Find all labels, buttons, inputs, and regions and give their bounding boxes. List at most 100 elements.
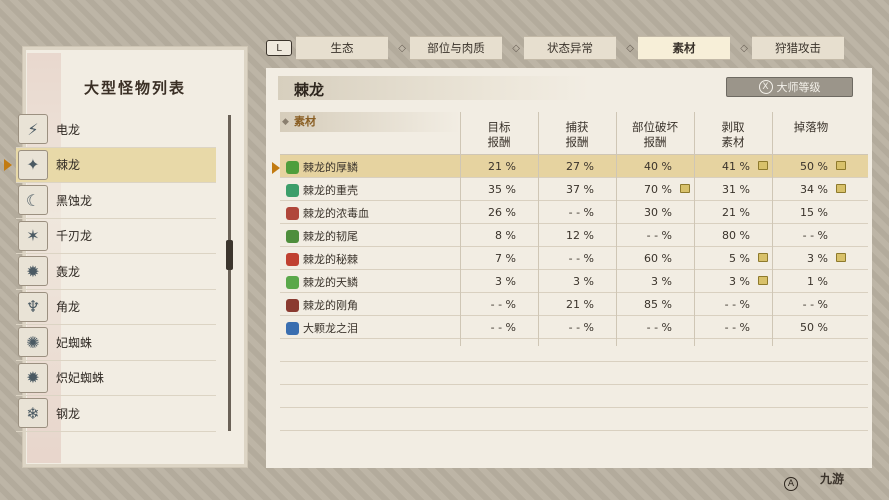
rate-cell: 3 % (772, 252, 850, 265)
rate-value: - - % (490, 298, 516, 311)
material-icon (286, 252, 299, 266)
rate-cell: 35 % (460, 183, 538, 196)
table-row[interactable]: 棘龙的秘棘 7 % - - % 60 % 5 % 3 % (280, 247, 868, 270)
tab-4[interactable]: 狩猎攻击 (752, 36, 844, 60)
rate-cell: 37 % (538, 183, 616, 196)
rate-value: 37 % (566, 183, 594, 196)
table-row[interactable]: 棘龙的重壳 35 % 37 % 70 % 31 % 34 % (280, 178, 868, 201)
rate-value: 3 % (729, 275, 750, 288)
monster-list-item[interactable]: ☾ 黑蚀龙 (16, 183, 216, 219)
material-cell: 棘龙的秘棘 (286, 251, 358, 267)
monster-list-item[interactable]: ✶ 千刃龙 (16, 219, 216, 254)
material-icon (286, 275, 299, 289)
rate-value: 50 % (800, 160, 828, 173)
rate-value: - - % (568, 321, 594, 334)
rate-value: 3 % (495, 275, 516, 288)
reward-box-icon (680, 184, 690, 193)
table-row[interactable]: 棘龙的天鳞 3 % 3 % 3 % 3 % 1 % (280, 270, 868, 293)
rate-value: 85 % (644, 298, 672, 311)
material-cell: 棘龙的刚角 (286, 297, 358, 313)
column-divider (694, 112, 695, 346)
table-row[interactable]: 大颗龙之泪 - - % - - % - - % - - % 50 % (280, 316, 868, 339)
monster-list-title: 大型怪物列表 (83, 79, 186, 97)
column-divider (616, 112, 617, 346)
rate-value: - - % (646, 229, 672, 242)
rate-value: 15 % (800, 206, 828, 219)
material-name: 棘龙的秘棘 (303, 253, 358, 266)
watermark-logo: 九游 (820, 472, 845, 486)
l-button-icon[interactable]: L (266, 40, 292, 56)
monster-name: 棘龙 (56, 158, 81, 173)
monster-list-item[interactable]: ✹ 炽妃蜘蛛 (16, 361, 216, 396)
tab-label: 生态 (330, 41, 354, 55)
monster-list-item[interactable]: ✦ 棘龙 (4, 147, 216, 183)
monster-name: 钢龙 (56, 406, 81, 421)
rate-cell: - - % (538, 206, 616, 219)
tab-label: 素材 (672, 41, 696, 55)
monster-list-item[interactable]: ✹ 轰龙 (16, 254, 216, 290)
table-row[interactable]: 棘龙的厚鳞 21 % 27 % 40 % 41 % 50 % (280, 155, 868, 178)
material-icon (286, 298, 299, 312)
reward-box-icon (836, 184, 846, 193)
scrollbar-thumb[interactable] (226, 240, 233, 270)
monster-list: ⚡ 电龙 ✦ 棘龙 ☾ 黑蚀龙 ✶ 千刃龙 ✹ 轰龙 ♆ 角龙 ✺ 妃蜘蛛 ✹ 炽妃蜘蛛 ❄ 钢龙 (4, 112, 216, 432)
rate-value: 50 % (800, 321, 828, 334)
tab-2[interactable]: 状态异常 ◇ (524, 36, 634, 60)
rate-cell: - - % (538, 321, 616, 334)
rate-cell: 34 % (772, 183, 850, 196)
reward-box-icon (836, 253, 846, 262)
monster-list-item[interactable]: ⚡ 电龙 (16, 112, 216, 148)
tab-3[interactable]: 素材 ◇ (638, 36, 748, 60)
rate-value: 41 % (722, 160, 750, 173)
material-cell: 棘龙的重壳 (286, 182, 358, 198)
tab-separator-icon: ◇ (626, 43, 634, 54)
rate-cell: - - % (460, 298, 538, 311)
tab-1[interactable]: 部位与肉质 ◇ (410, 36, 520, 60)
rate-cell: 21 % (460, 160, 538, 173)
rate-value: 34 % (800, 183, 828, 196)
material-icon (286, 160, 299, 174)
material-icon (286, 321, 299, 335)
selection-arrow-icon (4, 158, 12, 171)
x-button-icon: X (758, 80, 773, 94)
table-row[interactable]: 棘龙的浓毒血 26 % - - % 30 % 21 % 15 % (280, 201, 868, 224)
zinogre-icon: ⚡ (18, 114, 48, 145)
rate-value: 26 % (488, 206, 516, 219)
confirm-hint[interactable]: A (784, 477, 801, 491)
rate-value: 21 % (566, 298, 594, 311)
rate-cell: - - % (772, 298, 850, 311)
rate-value: 8 % (495, 229, 516, 242)
rate-value: 80 % (722, 229, 750, 242)
rate-cell: 27 % (538, 160, 616, 173)
tab-0[interactable]: 生态 ◇ (296, 36, 406, 60)
rate-cell: 80 % (694, 229, 772, 242)
rate-value: 40 % (644, 160, 672, 173)
monster-name-title: 棘龙 (294, 81, 325, 99)
material-cell: 棘龙的天鳞 (286, 274, 358, 290)
monster-list-item[interactable]: ✺ 妃蜘蛛 (16, 325, 216, 361)
material-cell: 棘龙的厚鳞 (286, 159, 358, 175)
reward-box-icon (836, 161, 846, 170)
a-button-icon: A (784, 477, 798, 491)
monster-list-scrollbar[interactable] (228, 115, 231, 431)
monster-list-item[interactable]: ❄ 钢龙 (16, 396, 216, 432)
rate-cell: - - % (694, 298, 772, 311)
monster-list-item[interactable]: ♆ 角龙 (16, 290, 216, 325)
material-name: 棘龙的刚角 (303, 299, 358, 312)
material-name: 棘龙的厚鳞 (303, 161, 358, 174)
tigrex-icon: ✹ (18, 256, 48, 287)
master-rank-button[interactable]: X 大师等级 (726, 77, 853, 97)
rate-cell: - - % (694, 321, 772, 334)
rate-cell: 8 % (460, 229, 538, 242)
rate-value: 12 % (566, 229, 594, 242)
material-name: 棘龙的韧尾 (303, 230, 358, 243)
rate-value: - - % (802, 229, 828, 242)
rate-cell: 50 % (772, 321, 850, 334)
master-rank-label: 大师等级 (776, 81, 821, 94)
table-row[interactable]: 棘龙的韧尾 8 % 12 % - - % 80 % - - % (280, 224, 868, 247)
empty-row (280, 408, 868, 431)
monster-name: 轰龙 (56, 264, 81, 279)
rate-cell: 31 % (694, 183, 772, 196)
rate-value: - - % (646, 321, 672, 334)
table-row[interactable]: 棘龙的刚角 - - % 21 % 85 % - - % - - % (280, 293, 868, 316)
